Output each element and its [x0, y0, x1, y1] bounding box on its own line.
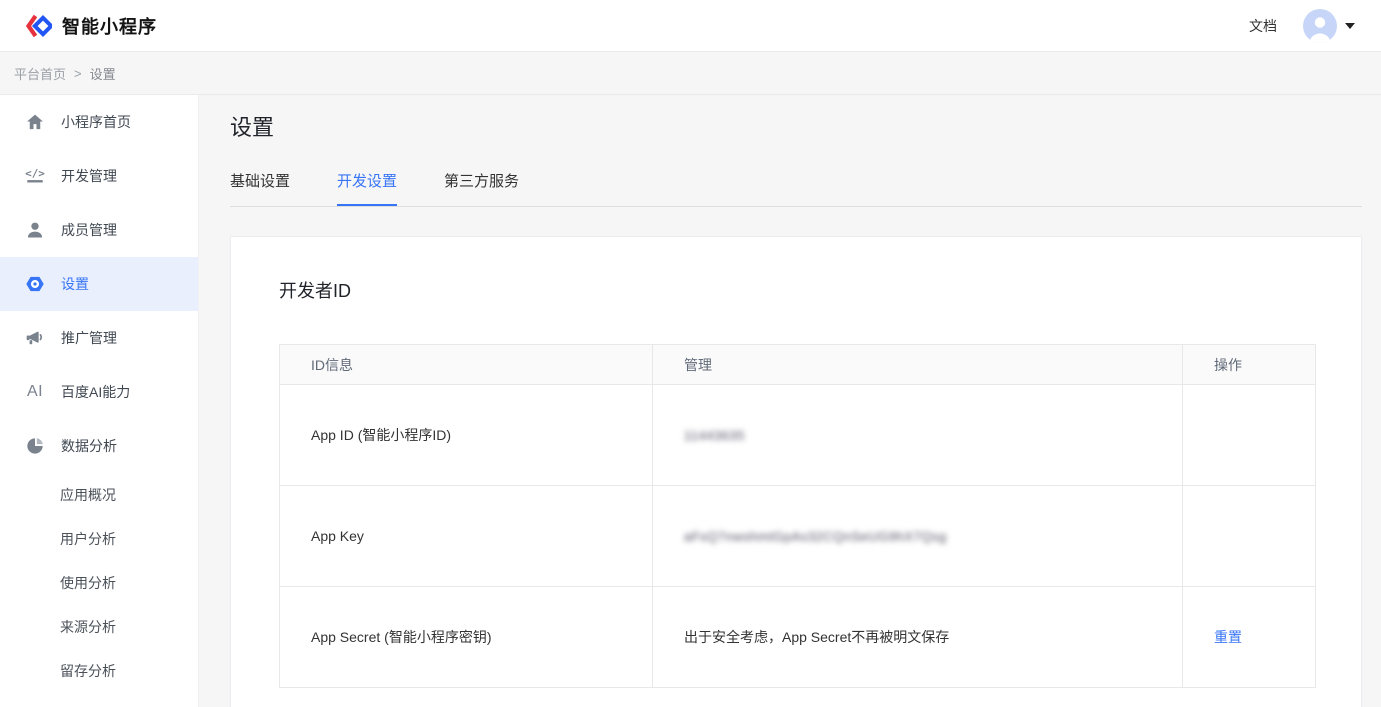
app-key-action-cell — [1183, 486, 1316, 587]
docs-link[interactable]: 文档 — [1249, 16, 1277, 36]
code-icon: </> — [24, 165, 46, 187]
breadcrumb-separator: > — [74, 66, 82, 81]
avatar[interactable] — [1303, 9, 1337, 43]
sidebar-item-label: 数据分析 — [61, 436, 117, 456]
column-header-actions: 操作 — [1183, 345, 1316, 385]
sidebar-item-analytics[interactable]: 数据分析 — [0, 419, 198, 473]
brand-logo-icon — [24, 12, 52, 40]
developer-id-card: 开发者ID ID信息 管理 操作 App ID (智能小程序ID) 114436… — [230, 236, 1362, 707]
tab-third-party[interactable]: 第三方服务 — [444, 170, 519, 206]
developer-id-table: ID信息 管理 操作 App ID (智能小程序ID) 11443635 App… — [279, 344, 1316, 688]
sidebar-subitem-label: 来源分析 — [60, 617, 116, 637]
sidebar-subitem-app-overview[interactable]: 应用概况 — [0, 473, 198, 517]
sidebar: 小程序首页 </> 开发管理 成员管理 — [0, 95, 199, 707]
breadcrumb-home[interactable]: 平台首页 — [14, 64, 66, 83]
sidebar-item-label: 开发管理 — [61, 166, 117, 186]
app-secret-note: 出于安全考虑，App Secret不再被明文保存 — [653, 587, 1183, 688]
sidebar-item-label: 小程序首页 — [61, 112, 131, 132]
sidebar-item-label: 百度AI能力 — [61, 382, 130, 402]
section-title: 开发者ID — [279, 277, 1313, 303]
table-row-app-secret: App Secret (智能小程序密钥) 出于安全考虑，App Secret不再… — [280, 587, 1316, 688]
sidebar-item-baidu-ai[interactable]: AI 百度AI能力 — [0, 365, 198, 419]
table-row-app-key: App Key aFsQ7nwshmtGpAs32CQnSeUG9hX7Qsg — [280, 486, 1316, 587]
main-content: 设置 基础设置 开发设置 第三方服务 开发者ID ID信息 管理 操作 — [199, 95, 1381, 707]
column-header-id-info: ID信息 — [280, 345, 653, 385]
home-icon — [24, 111, 46, 133]
megaphone-icon — [24, 327, 46, 349]
sidebar-subitem-user-analysis[interactable]: 用户分析 — [0, 517, 198, 561]
sidebar-item-label: 成员管理 — [61, 220, 117, 240]
settings-icon — [24, 273, 46, 295]
sidebar-item-promotion[interactable]: 推广管理 — [0, 311, 198, 365]
app-key-value: aFsQ7nwshmtGpAs32CQnSeUG9hX7Qsg — [684, 529, 947, 544]
sidebar-item-home[interactable]: 小程序首页 — [0, 95, 198, 149]
chevron-down-icon — [1345, 23, 1355, 29]
reset-secret-button[interactable]: 重置 — [1214, 629, 1242, 645]
brand: 智能小程序 — [24, 12, 157, 40]
sidebar-subitem-label: 留存分析 — [60, 661, 116, 681]
app-id-action-cell — [1183, 385, 1316, 486]
settings-tabs: 基础设置 开发设置 第三方服务 — [230, 170, 1362, 207]
user-menu[interactable] — [1303, 9, 1355, 43]
sidebar-subitem-label: 用户分析 — [60, 529, 116, 549]
sidebar-subitem-label: 使用分析 — [60, 573, 116, 593]
sidebar-item-dev-manage[interactable]: </> 开发管理 — [0, 149, 198, 203]
ai-icon: AI — [24, 381, 46, 403]
app-id-label: App ID (智能小程序ID) — [280, 385, 653, 486]
svg-text:</>: </> — [25, 167, 45, 180]
member-icon — [24, 219, 46, 241]
app-secret-label: App Secret (智能小程序密钥) — [280, 587, 653, 688]
sidebar-subitem-source-analysis[interactable]: 来源分析 — [0, 605, 198, 649]
tab-basic-settings[interactable]: 基础设置 — [230, 170, 290, 206]
page-title: 设置 — [230, 113, 1362, 143]
column-header-manage: 管理 — [653, 345, 1183, 385]
sidebar-subitem-label: 应用概况 — [60, 485, 116, 505]
sidebar-item-label: 推广管理 — [61, 328, 117, 348]
app-id-value: 11443635 — [684, 428, 745, 443]
breadcrumb: 平台首页 > 设置 — [0, 52, 1381, 95]
sidebar-subitem-retention-analysis[interactable]: 留存分析 — [0, 649, 198, 693]
sidebar-item-members[interactable]: 成员管理 — [0, 203, 198, 257]
table-header-row: ID信息 管理 操作 — [280, 345, 1316, 385]
tab-dev-settings[interactable]: 开发设置 — [337, 170, 397, 206]
breadcrumb-current: 设置 — [90, 64, 116, 83]
app-key-label: App Key — [280, 486, 653, 587]
table-row-app-id: App ID (智能小程序ID) 11443635 — [280, 385, 1316, 486]
brand-name: 智能小程序 — [62, 13, 157, 39]
sidebar-item-label: 设置 — [61, 274, 89, 294]
pie-chart-icon — [24, 435, 46, 457]
sidebar-item-settings[interactable]: 设置 — [0, 257, 198, 311]
top-header: 智能小程序 文档 — [0, 0, 1381, 52]
sidebar-subitem-usage-analysis[interactable]: 使用分析 — [0, 561, 198, 605]
